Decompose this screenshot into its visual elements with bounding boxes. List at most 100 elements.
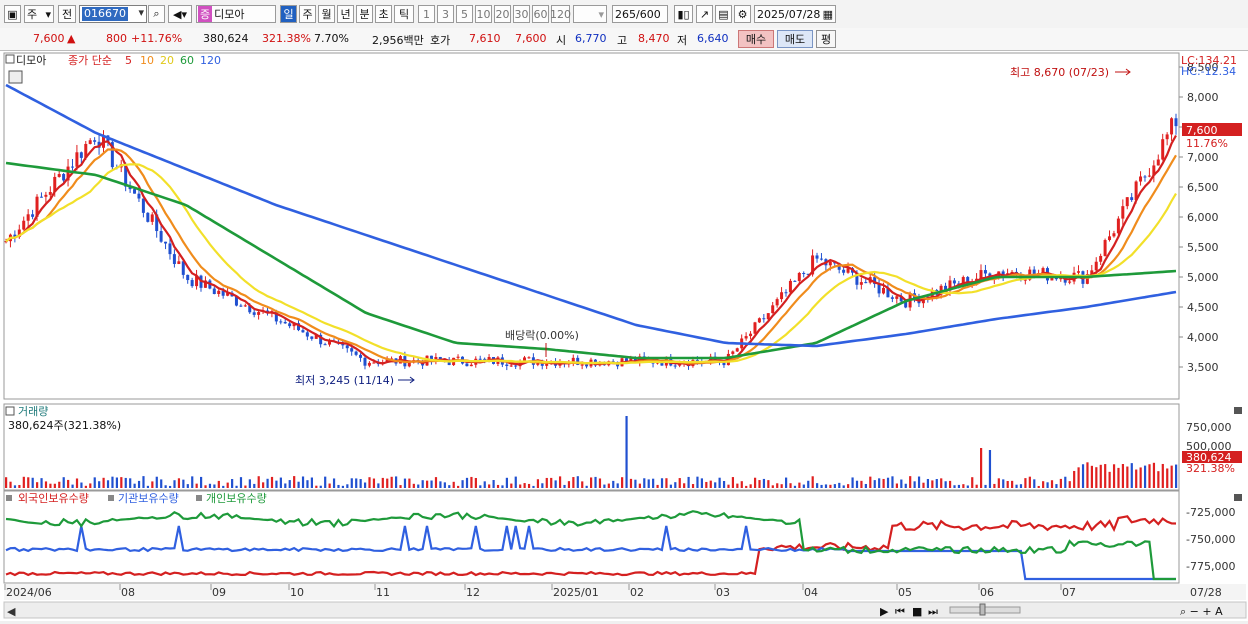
buy-button[interactable]: 매수: [738, 30, 774, 48]
volume-bar: [284, 483, 287, 488]
dividend-annotation: 배당락(0.00%): [505, 329, 579, 342]
volume-bar: [842, 485, 845, 488]
bid-label: 호가: [430, 34, 451, 47]
speaker-icon[interactable]: ◀▾: [168, 5, 192, 23]
candle-body: [1161, 139, 1165, 160]
candle-body: [190, 280, 194, 287]
volume-bar: [182, 479, 185, 488]
settings-icon[interactable]: ⚙: [734, 5, 751, 23]
candle-body: [288, 323, 292, 327]
interval-10[interactable]: 10: [475, 5, 492, 23]
volume-bar: [731, 477, 735, 488]
type-select[interactable]: 주 ▾: [24, 5, 54, 23]
turnover: 7.70%: [314, 32, 349, 45]
candle-body: [186, 274, 190, 281]
volume-bar: [798, 482, 801, 488]
volume-bar: [1055, 484, 1058, 488]
volume-bar: [200, 476, 203, 488]
scroll-left-icon[interactable]: ◀: [7, 605, 16, 618]
legend-bullet: [6, 495, 12, 501]
volume-tick-750k: 750,000: [1186, 421, 1232, 434]
volume-bar: [727, 484, 730, 488]
stock-name-field[interactable]: 증 디모아: [196, 5, 276, 23]
period-year[interactable]: 년: [337, 5, 354, 23]
interval-30[interactable]: 30: [513, 5, 530, 23]
interval-1[interactable]: 1: [418, 5, 435, 23]
interval-3[interactable]: 3: [437, 5, 454, 23]
market-button[interactable]: 전: [58, 5, 76, 23]
low-annotation: 최저 3,245 (11/14): [295, 374, 394, 387]
avg-button[interactable]: 평: [816, 30, 836, 48]
period-minute[interactable]: 분: [356, 5, 373, 23]
candle-body: [514, 365, 518, 367]
scroll-right-icon[interactable]: ▶: [880, 605, 889, 618]
scrollbar[interactable]: [3, 601, 1247, 619]
volume-bar: [988, 450, 992, 488]
stock-tag: 증: [198, 6, 213, 22]
date-field[interactable]: 2025/07/28 ▦: [754, 5, 836, 23]
sell-button[interactable]: 매도: [777, 30, 813, 48]
zoom-icon[interactable]: ⌕ − + A: [1180, 605, 1223, 618]
zoom-slider-handle[interactable]: [979, 603, 986, 616]
hc-label: HC:-12.34: [1181, 65, 1236, 78]
volume-bar: [146, 485, 150, 488]
stock-chart: 디모아 종가 단순 5 10 20 60 120 8,5008,0007,500…: [3, 52, 1247, 619]
first-icon[interactable]: ⏮: [895, 605, 905, 618]
compare-icon[interactable]: ↗: [696, 5, 713, 23]
ma-20-label: 20: [160, 54, 174, 67]
count-field[interactable]: 265/600: [612, 5, 668, 23]
interval-60[interactable]: 60: [532, 5, 549, 23]
candle-body: [731, 351, 735, 354]
volume-title: 거래량: [18, 405, 48, 418]
chart-menu-icon[interactable]: ▣: [4, 5, 21, 23]
candle-body: [243, 305, 247, 307]
stock-code-input[interactable]: 016670 ▾: [79, 5, 147, 23]
interval-120[interactable]: 120: [550, 5, 571, 23]
date-label: 07: [1062, 586, 1076, 599]
volume-bar: [545, 477, 548, 488]
volume-bar: [984, 484, 987, 488]
period-day[interactable]: 일: [280, 5, 297, 23]
panel-toggle-icon[interactable]: [5, 406, 15, 416]
candle-body: [239, 305, 243, 307]
interval-20[interactable]: 20: [494, 5, 511, 23]
low-label: 저: [677, 34, 688, 47]
volume-bar: [452, 481, 455, 488]
last-icon[interactable]: ⏭: [928, 605, 938, 618]
period-tick[interactable]: 틱: [394, 5, 414, 23]
search-icon[interactable]: ⌕: [148, 5, 165, 23]
volume-bar: [89, 483, 92, 488]
candle-body: [864, 282, 868, 284]
ma-prefix: 종가 단순: [68, 54, 112, 67]
interval-dropdown[interactable]: ▾: [573, 5, 607, 23]
period-week[interactable]: 주: [299, 5, 316, 23]
volume-bar: [1077, 467, 1080, 488]
period-second[interactable]: 초: [375, 5, 392, 23]
grid-toggle-icon[interactable]: [8, 70, 23, 84]
volume-bar: [753, 477, 757, 488]
candle-icon[interactable]: ▮▯: [674, 5, 693, 23]
toolbar: ▣ 주 ▾ 전 016670 ▾ ⌕ ◀▾ 증 디모아 일 주 월 년 분 초 틱 1…: [0, 0, 1248, 29]
panel-close-icon[interactable]: [1234, 494, 1242, 501]
candle-body: [1068, 281, 1072, 283]
volume-bar: [953, 485, 956, 488]
panel-toggle-icon[interactable]: [5, 54, 15, 64]
stop-icon[interactable]: ■: [912, 605, 922, 618]
volume-bar: [585, 485, 588, 488]
volume-bar: [966, 485, 969, 488]
panel-close-icon[interactable]: [1234, 407, 1242, 414]
volume-bar: [909, 476, 912, 488]
volume-panel: [3, 403, 1180, 491]
volume-bar: [222, 485, 225, 488]
period-month[interactable]: 월: [318, 5, 335, 23]
volume-bar: [607, 483, 610, 488]
stock-code-value: 016670: [82, 7, 128, 21]
save-icon[interactable]: ▤: [715, 5, 732, 23]
volume-bar: [1033, 479, 1036, 488]
volume-bar: [177, 478, 181, 488]
volume-bar: [634, 479, 637, 488]
volume-bar: [363, 482, 367, 488]
interval-5[interactable]: 5: [456, 5, 473, 23]
volume-bar: [811, 476, 814, 488]
price-tick-label: 5,000: [1187, 271, 1219, 284]
